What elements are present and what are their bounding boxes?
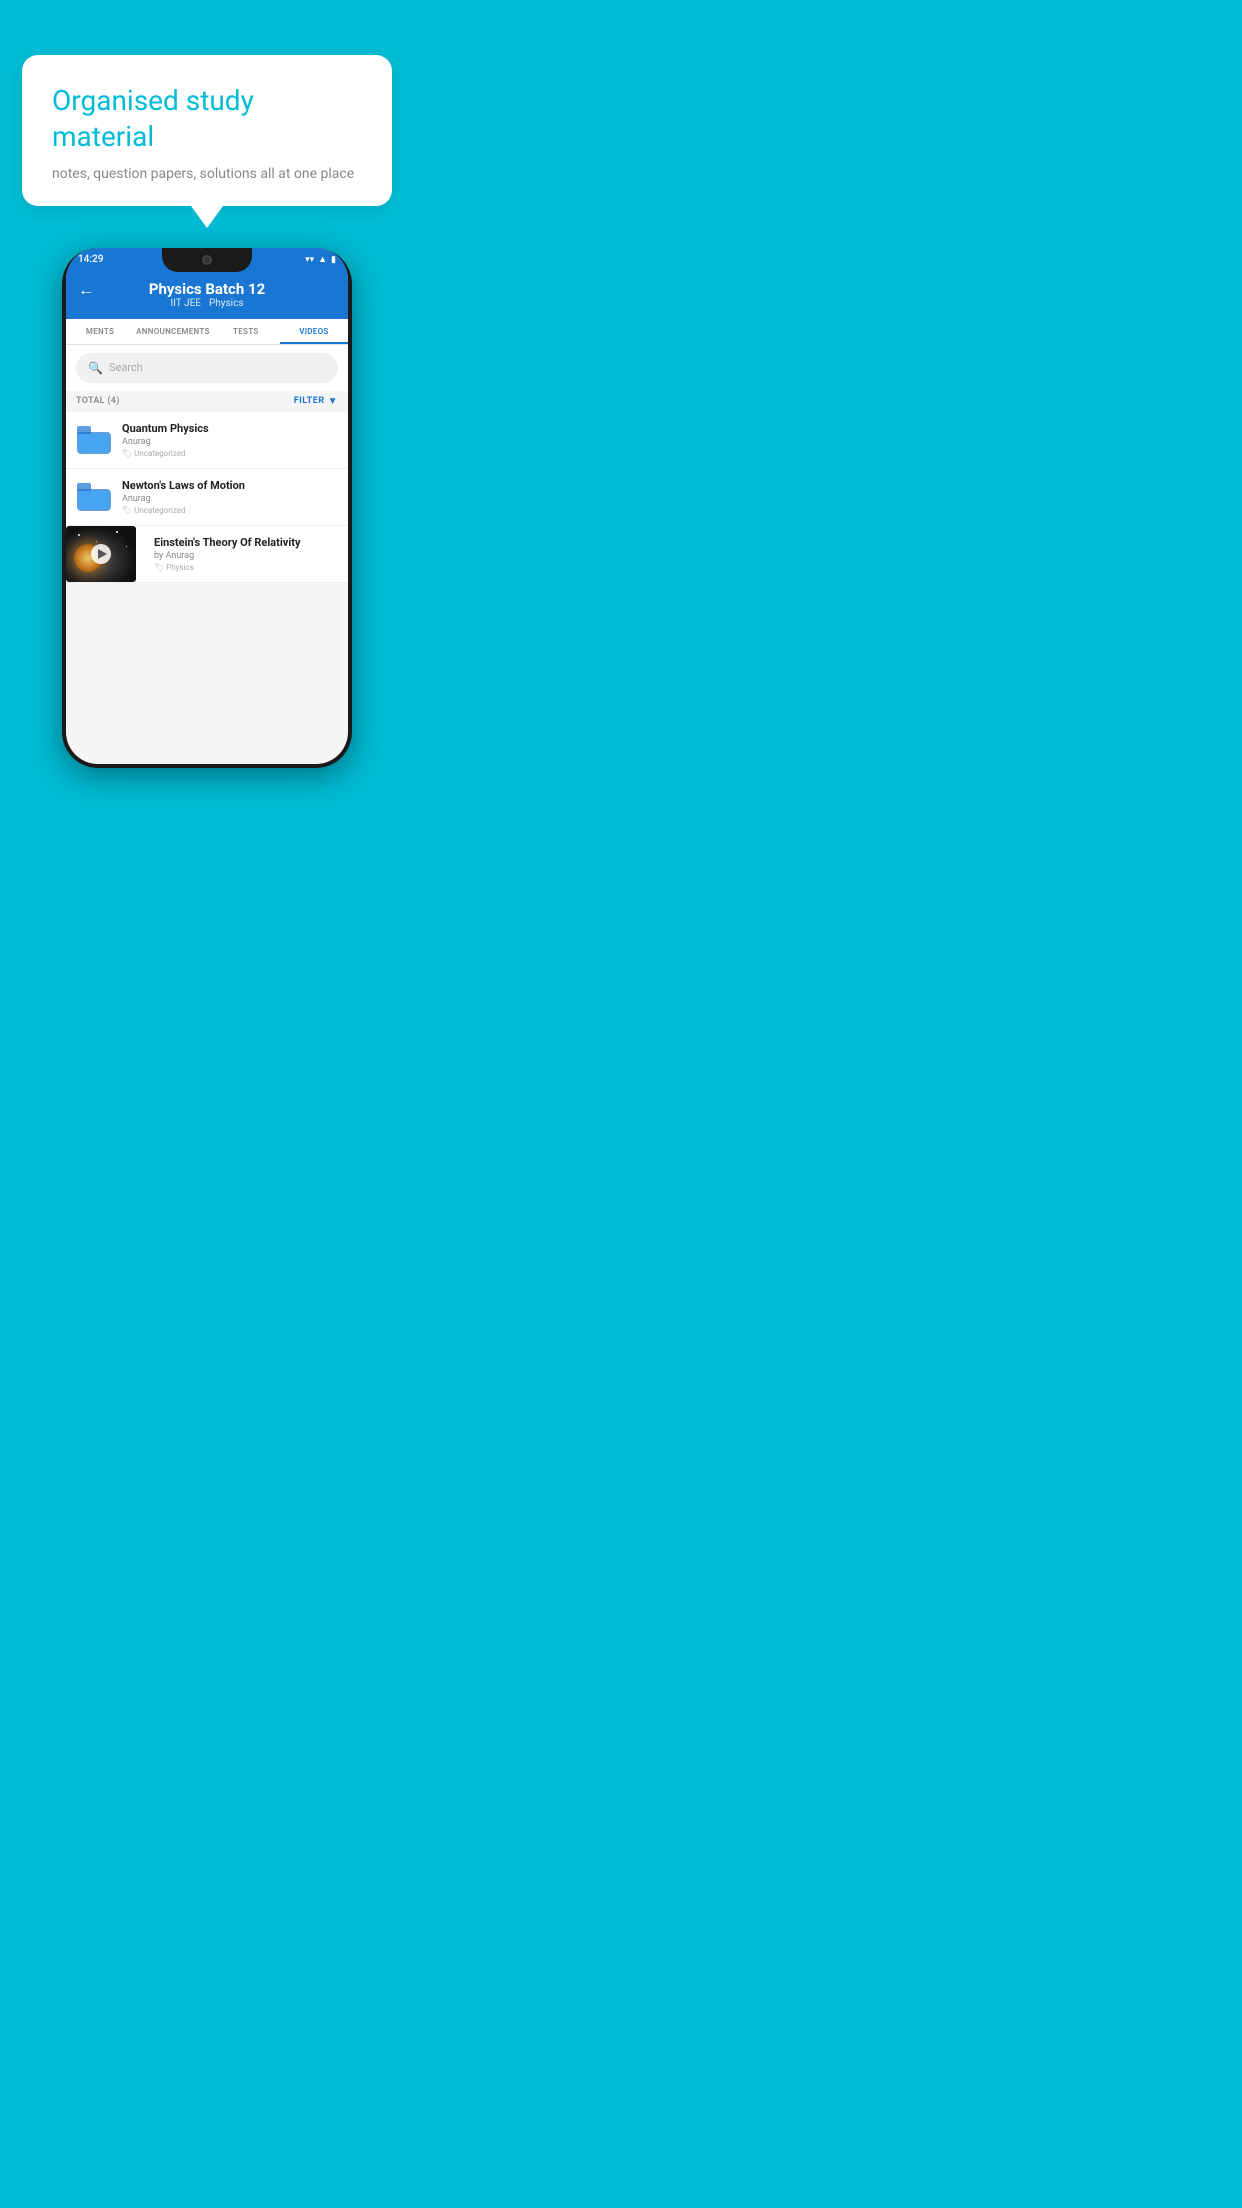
phone-screen: 14:29 ▾▾ ▲ ▮ ← Physics Batch 12 IIT JEE …: [66, 248, 348, 764]
battery-icon: ▮: [331, 255, 336, 265]
speech-bubble-container: Organised study material notes, question…: [22, 55, 392, 228]
video-title: Quantum Physics: [122, 422, 338, 435]
subtitle-physics: Physics: [209, 298, 244, 309]
video-author: Anurag: [122, 437, 338, 447]
filter-row: TOTAL (4) FILTER ▼: [66, 391, 348, 412]
folder-icon-container: [76, 422, 112, 458]
video-tag: 🏷 Uncategorized: [122, 506, 338, 515]
phone-notch: [162, 248, 252, 272]
speech-bubble: Organised study material notes, question…: [22, 55, 392, 206]
back-button[interactable]: ←: [78, 280, 94, 300]
speech-bubble-tail: [191, 206, 223, 228]
tabs-bar: MENTS ANNOUNCEMENTS TESTS VIDEOS: [66, 319, 348, 345]
app-bar-title: Physics Batch 12: [149, 280, 265, 298]
list-item[interactable]: Newton's Laws of Motion Anurag 🏷 Uncateg…: [66, 469, 348, 526]
content-list: Quantum Physics Anurag 🏷 Uncategorized: [66, 412, 348, 583]
list-item[interactable]: Quantum Physics Anurag 🏷 Uncategorized: [66, 412, 348, 469]
app-bar: ← Physics Batch 12 IIT JEE Physics: [66, 272, 348, 319]
video-title: Einstein's Theory Of Relativity: [154, 536, 340, 549]
video-thumbnail: [66, 526, 136, 582]
phone-mockup: 14:29 ▾▾ ▲ ▮ ← Physics Batch 12 IIT JEE …: [62, 248, 352, 768]
tag-label: Physics: [166, 563, 194, 572]
tag-label: Uncategorized: [134, 506, 185, 515]
status-time: 14:29: [78, 254, 103, 265]
list-item[interactable]: Einstein's Theory Of Relativity by Anura…: [66, 526, 348, 583]
tab-ments[interactable]: MENTS: [66, 319, 134, 344]
filter-button[interactable]: FILTER ▼: [294, 396, 338, 407]
tab-tests[interactable]: TESTS: [212, 319, 280, 344]
play-button[interactable]: [91, 544, 111, 564]
thumb-background: [66, 526, 136, 582]
video-author: by Anurag: [154, 551, 340, 561]
list-item-info: Einstein's Theory Of Relativity by Anura…: [146, 526, 348, 582]
video-author: Anurag: [122, 494, 338, 504]
filter-label: FILTER: [294, 396, 325, 406]
search-icon: 🔍: [88, 361, 103, 375]
filter-funnel-icon: ▼: [328, 396, 338, 407]
play-triangle-icon: [98, 549, 107, 559]
video-tag: 🏷 Uncategorized: [122, 449, 338, 458]
folder-icon: [77, 483, 111, 511]
subtitle-iit-jee: IIT JEE: [171, 298, 201, 309]
status-icons: ▾▾ ▲ ▮: [305, 254, 336, 265]
search-placeholder-text: Search: [109, 361, 143, 374]
speech-bubble-title: Organised study material: [52, 83, 362, 156]
search-bar: 🔍 Search: [66, 345, 348, 391]
tab-announcements[interactable]: ANNOUNCEMENTS: [134, 319, 212, 344]
folder-icon: [77, 426, 111, 454]
signal-icon: ▲: [318, 254, 327, 265]
search-input[interactable]: 🔍 Search: [76, 353, 338, 383]
tag-label: Uncategorized: [134, 449, 185, 458]
speech-bubble-subtitle: notes, question papers, solutions all at…: [52, 166, 362, 182]
list-item-info: Newton's Laws of Motion Anurag 🏷 Uncateg…: [122, 479, 338, 515]
tab-videos[interactable]: VIDEOS: [280, 319, 348, 344]
tag-icon: 🏷: [154, 563, 164, 572]
phone-camera: [202, 255, 212, 265]
tag-icon: 🏷: [122, 506, 132, 515]
total-count-label: TOTAL (4): [76, 396, 120, 406]
video-tag: 🏷 Physics: [154, 563, 340, 572]
wifi-icon: ▾▾: [305, 255, 314, 265]
video-title: Newton's Laws of Motion: [122, 479, 338, 492]
folder-icon-container: [76, 479, 112, 515]
tag-icon: 🏷: [122, 449, 132, 458]
list-item-info: Quantum Physics Anurag 🏷 Uncategorized: [122, 422, 338, 458]
app-bar-subtitle: IIT JEE Physics: [171, 298, 244, 309]
